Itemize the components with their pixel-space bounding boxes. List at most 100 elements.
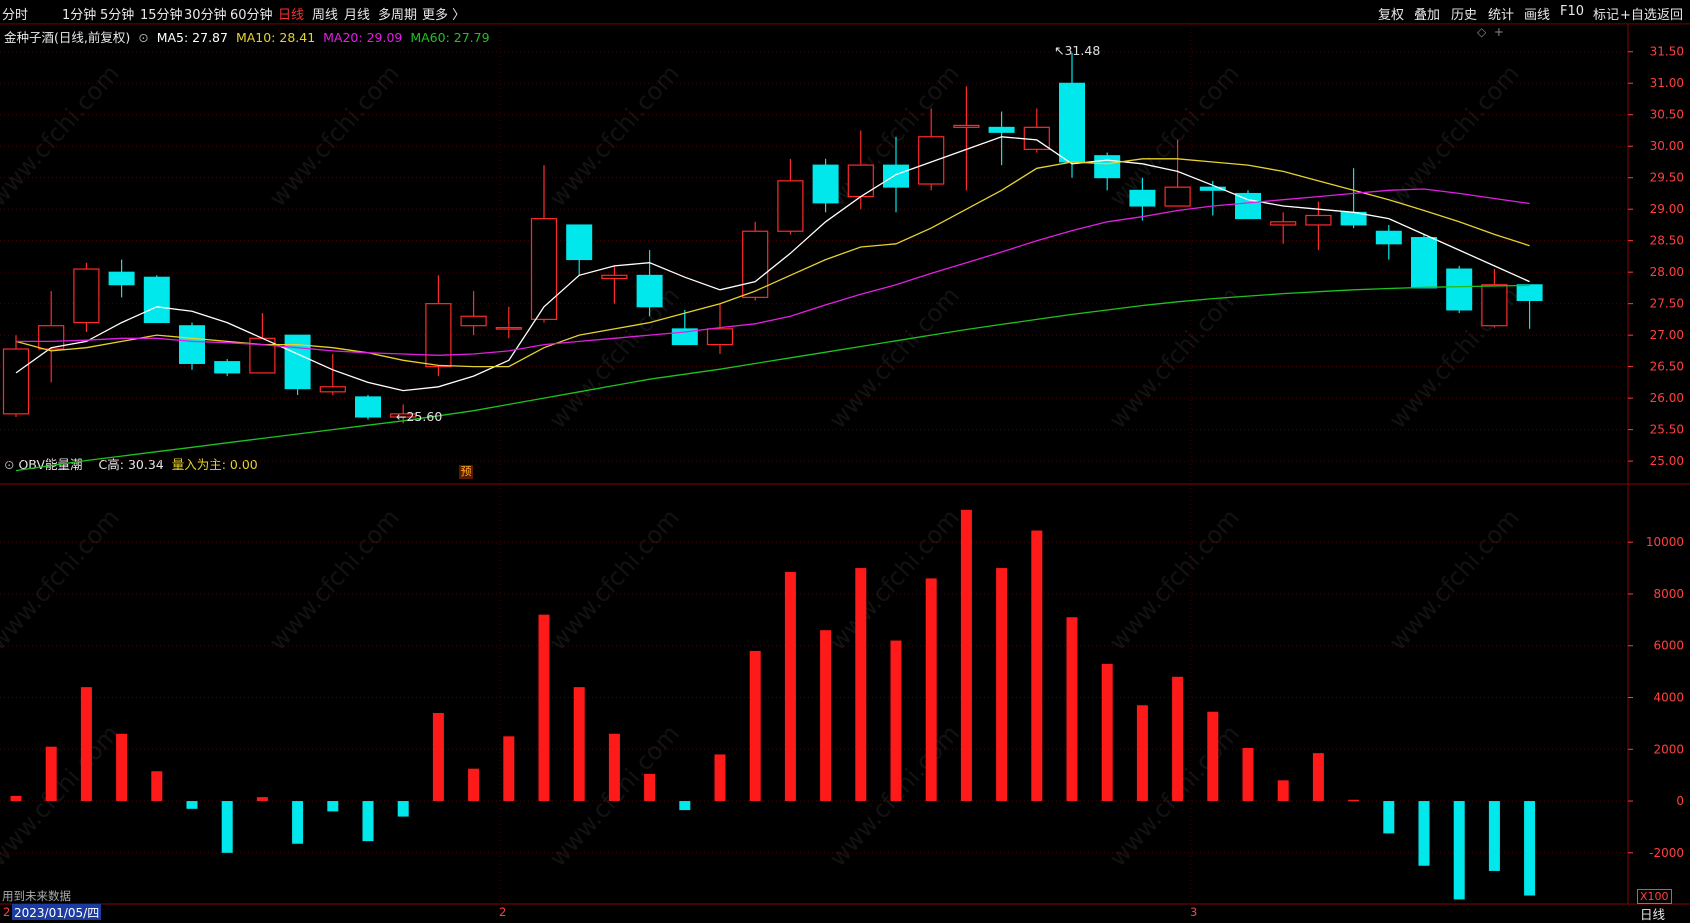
sub-tick-label-6: 10000 — [1646, 535, 1684, 549]
main-tick-label-2: 26.00 — [1650, 391, 1684, 405]
candle-body-8 — [284, 334, 311, 390]
candle-body-9 — [319, 386, 346, 393]
obv-bar-10 — [362, 801, 374, 842]
obv-bar-29 — [1031, 530, 1043, 802]
candle-body-41 — [1446, 268, 1473, 311]
obv-bar-21 — [749, 650, 761, 802]
grid-lines — [0, 24, 1628, 904]
main-tick-label-6: 28.00 — [1650, 265, 1684, 279]
obv-bar-4 — [151, 771, 163, 802]
obv-bar-23 — [820, 630, 832, 802]
low-arrow-icon: ← — [396, 409, 407, 424]
watermark-13: www.cfchi.com — [1104, 282, 1245, 434]
sub-tick-label-0: -2000 — [1649, 846, 1684, 860]
main-tick-label-8: 29.00 — [1650, 202, 1684, 216]
candle-body-10 — [355, 396, 381, 418]
main-tick-label-3: 26.50 — [1650, 360, 1684, 374]
candle-body-6 — [214, 361, 241, 374]
watermark-9: www.cfchi.com — [824, 504, 965, 656]
watermark-0: www.cfchi.com — [0, 60, 125, 212]
high-arrow-icon: ↖ — [1054, 43, 1065, 58]
main-tick-label-10: 30.00 — [1650, 139, 1684, 153]
watermark-7: www.cfchi.com — [264, 504, 405, 656]
obv-bar-2 — [80, 687, 92, 802]
obv-bars — [10, 509, 1536, 900]
ma-line-ma5 — [15, 136, 1530, 392]
obv-bar-26 — [925, 578, 937, 802]
obv-bar-7 — [256, 797, 268, 802]
future-data-label: 用到未来数据 — [2, 889, 71, 903]
candle-body-37 — [1305, 214, 1332, 226]
candle-body-14 — [495, 326, 522, 330]
obv-bar-0 — [10, 795, 22, 802]
obv-bar-20 — [714, 754, 726, 802]
obv-bar-37 — [1312, 753, 1324, 802]
candle-body-36 — [1270, 221, 1297, 226]
obv-bar-24 — [855, 568, 867, 802]
obv-bar-28 — [996, 568, 1008, 802]
candle-body-39 — [1375, 230, 1402, 245]
month-marker-3: 3 — [1190, 905, 1198, 919]
candle-body-2 — [73, 268, 100, 324]
watermark-16: www.cfchi.com — [0, 720, 125, 872]
candle-body-31 — [1094, 155, 1121, 179]
watermark-6: www.cfchi.com — [0, 504, 125, 656]
obv-bar-16 — [573, 687, 585, 802]
candle-body-28 — [988, 126, 1015, 133]
watermark-11: www.cfchi.com — [1384, 504, 1525, 656]
candlestick-series — [2, 53, 1543, 424]
candle-body-15 — [530, 218, 558, 321]
candle-body-43 — [1516, 284, 1543, 302]
obv-bar-11 — [397, 801, 409, 817]
candle-body-26 — [918, 136, 945, 185]
obv-bar-41 — [1453, 801, 1465, 900]
obv-bar-6 — [221, 801, 233, 853]
watermark-1: www.cfchi.com — [264, 60, 405, 212]
obv-bar-36 — [1277, 780, 1289, 802]
main-tick-label-1: 25.50 — [1650, 423, 1684, 437]
obv-bar-30 — [1066, 617, 1078, 802]
candle-body-17 — [601, 274, 628, 280]
candle-body-5 — [179, 325, 205, 364]
main-tick-label-4: 27.00 — [1650, 328, 1684, 342]
obv-bar-18 — [644, 773, 656, 802]
obv-bar-13 — [468, 768, 480, 802]
obv-bar-3 — [116, 733, 128, 802]
sub-tick-label-3: 4000 — [1653, 691, 1684, 705]
obv-bar-43 — [1524, 801, 1536, 896]
obv-bar-22 — [784, 571, 796, 802]
stock-chart[interactable]: www.cfchi.com www.cfchi.com www.cfchi.com w… — [0, 0, 1690, 920]
candle-body-35 — [1235, 192, 1261, 220]
obv-bar-19 — [679, 801, 691, 811]
low-annotation: ←25.60 — [396, 409, 442, 424]
candle-body-27 — [953, 124, 980, 128]
sub-tick-label-5: 8000 — [1653, 587, 1684, 601]
candle-body-12 — [425, 303, 452, 368]
ma-line-ma60 — [15, 284, 1530, 472]
candle-body-16 — [566, 224, 593, 261]
candle-body-18 — [636, 274, 663, 308]
obv-bar-15 — [538, 614, 550, 802]
obv-bar-42 — [1488, 801, 1500, 871]
watermark-12: www.cfchi.com — [824, 282, 965, 434]
candle-body-30 — [1059, 82, 1085, 163]
sub-tick-label-4: 6000 — [1653, 639, 1684, 653]
obv-bar-12 — [432, 713, 444, 802]
high-annotation: ↖31.48 — [1054, 43, 1100, 58]
candle-body-32 — [1129, 189, 1156, 207]
obv-bar-34 — [1207, 711, 1219, 802]
obv-bar-17 — [608, 733, 620, 802]
watermark-10: www.cfchi.com — [1104, 504, 1245, 656]
obv-bar-25 — [890, 640, 902, 802]
forecast-badge[interactable]: 预 — [459, 465, 473, 479]
candle-body-4 — [143, 276, 170, 324]
main-tick-label-7: 28.50 — [1650, 234, 1684, 248]
period-label[interactable]: 日线 — [1640, 904, 1665, 923]
main-tick-label-12: 31.00 — [1650, 76, 1684, 90]
obv-bar-39 — [1383, 801, 1395, 834]
watermark-layer: www.cfchi.com www.cfchi.com www.cfchi.com w… — [0, 60, 1525, 872]
unit-label: X100 — [1637, 889, 1672, 904]
candle-body-13 — [460, 315, 487, 327]
obv-bar-9 — [327, 801, 339, 812]
obv-bar-1 — [45, 746, 57, 802]
